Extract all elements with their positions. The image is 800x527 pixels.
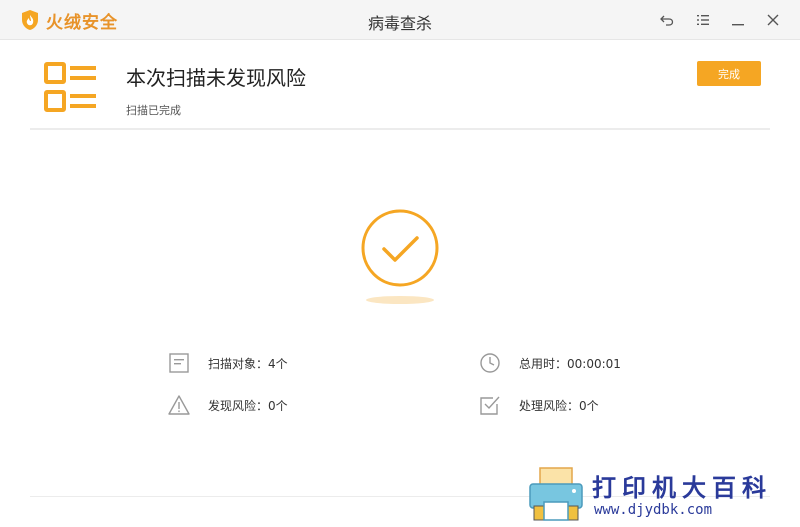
success-check-icon — [361, 209, 439, 287]
result-header: 本次扫描未发现风险 扫描已完成 完成 — [30, 40, 770, 130]
close-button[interactable] — [763, 10, 783, 30]
risks-handled-label: 处理风险：0个 — [519, 398, 599, 413]
stat-scan-objects: 扫描对象：4个 — [168, 350, 288, 376]
risks-found-label: 发现风险：0个 — [208, 398, 288, 413]
site-watermark: 打印机大百科 www.djydbk.com — [522, 462, 800, 527]
stat-risks-handled: 处理风险：0个 — [479, 392, 599, 418]
check-shadow — [366, 296, 434, 304]
result-headline: 本次扫描未发现风险 — [126, 66, 306, 90]
checkbox-icon — [480, 396, 500, 415]
menu-list-icon — [697, 15, 709, 25]
watermark-title: 打印机大百科 — [592, 473, 772, 502]
clock-icon — [480, 353, 500, 373]
menu-button[interactable] — [693, 10, 713, 30]
done-button[interactable]: 完成 — [697, 61, 761, 86]
scan-objects-label: 扫描对象：4个 — [208, 356, 288, 371]
back-button[interactable] — [657, 10, 677, 30]
back-arrow-icon — [660, 15, 674, 26]
warning-icon — [168, 395, 190, 415]
minimize-button[interactable] — [728, 10, 748, 30]
minimize-icon — [732, 24, 744, 26]
title-bar: 火绒安全 病毒查杀 — [0, 0, 800, 40]
report-list-icon — [44, 62, 96, 112]
stat-time-used: 总用时：00:00:01 — [479, 350, 621, 376]
scan-status: 扫描已完成 — [126, 104, 181, 117]
close-icon — [767, 14, 779, 26]
window-title: 病毒查杀 — [367, 14, 432, 33]
printer-icon — [529, 467, 583, 521]
document-icon — [169, 353, 189, 373]
time-used-label: 总用时：00:00:01 — [519, 356, 621, 371]
watermark-url: www.djydbk.com — [594, 502, 713, 518]
stat-risks-found: 发现风险：0个 — [168, 392, 288, 418]
